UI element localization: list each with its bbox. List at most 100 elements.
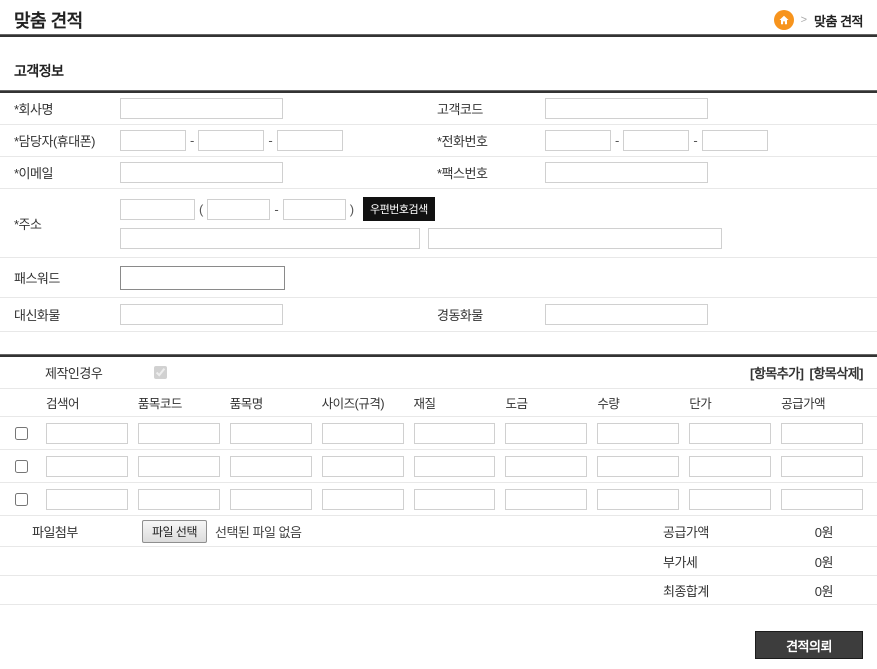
item-row bbox=[0, 450, 877, 483]
item-material-input[interactable] bbox=[414, 489, 496, 510]
item-item-code-input[interactable] bbox=[138, 489, 220, 510]
column-header-material: 재질 bbox=[414, 393, 496, 412]
form-row-password: 패스워드 bbox=[0, 258, 877, 298]
column-header-item-code: 품목코드 bbox=[138, 393, 220, 412]
item-keyword-input[interactable] bbox=[46, 423, 128, 444]
phone-label: *전화번호 bbox=[437, 131, 545, 150]
address-detail-input[interactable] bbox=[428, 228, 722, 249]
file-select-button[interactable]: 파일 선택 bbox=[142, 520, 207, 543]
item-plating-input[interactable] bbox=[505, 456, 587, 477]
phone-input-1[interactable] bbox=[545, 130, 611, 151]
item-row bbox=[0, 483, 877, 516]
item-material-input[interactable] bbox=[414, 423, 496, 444]
item-row-checkbox[interactable] bbox=[15, 460, 28, 473]
item-item-name-input[interactable] bbox=[230, 423, 312, 444]
vat-label: 부가세 bbox=[663, 552, 697, 571]
form-row-contact-phone: *담당자(휴대폰) -- *전화번호 -- bbox=[0, 125, 877, 157]
dash-separator: - bbox=[693, 133, 697, 148]
column-header-supply-price: 공급가액 bbox=[781, 393, 863, 412]
password-label: 패스워드 bbox=[14, 268, 120, 287]
contact-mobile-input-2[interactable] bbox=[198, 130, 264, 151]
vat-value: 0원 bbox=[815, 552, 833, 571]
home-icon[interactable] bbox=[774, 10, 794, 30]
column-header-item-name: 품목명 bbox=[230, 393, 312, 412]
zipcode-input-2[interactable] bbox=[283, 199, 346, 220]
item-keyword-input[interactable] bbox=[46, 456, 128, 477]
customer-form: *회사명 고객코드 *담당자(휴대폰) -- *전화번호 -- *이메일 *팩스… bbox=[0, 93, 877, 332]
remove-item-link[interactable]: [항목삭제] bbox=[810, 363, 864, 382]
zip-dash: - bbox=[274, 202, 278, 217]
address-extra-input[interactable] bbox=[120, 199, 195, 220]
breadcrumb: > 맞춤 견적 bbox=[774, 10, 863, 30]
daesin-cargo-input[interactable] bbox=[120, 304, 283, 325]
item-item-name-input[interactable] bbox=[230, 456, 312, 477]
item-quantity-input[interactable] bbox=[597, 423, 679, 444]
items-header-row: 검색어품목코드품목명사이즈(규격)재질도금수량단가공급가액 bbox=[0, 389, 877, 417]
phone-input-2[interactable] bbox=[623, 130, 689, 151]
email-label: *이메일 bbox=[14, 163, 120, 182]
add-item-link[interactable]: [항목추가] bbox=[750, 363, 804, 382]
kyungdong-cargo-input[interactable] bbox=[545, 304, 708, 325]
item-row-checkbox[interactable] bbox=[15, 493, 28, 506]
column-header-size: 사이즈(규격) bbox=[322, 393, 404, 412]
phone-input-3[interactable] bbox=[702, 130, 768, 151]
quote-request-button[interactable]: 견적의뢰 bbox=[755, 631, 863, 659]
password-input[interactable] bbox=[120, 266, 285, 290]
fax-label: *팩스번호 bbox=[437, 163, 545, 182]
dash-separator: - bbox=[615, 133, 619, 148]
contact-mobile-input-3[interactable] bbox=[277, 130, 343, 151]
item-plating-input[interactable] bbox=[505, 423, 587, 444]
custom-quote-page: 맞춤 견적 > 맞춤 견적 고객정보 *회사명 고객코드 *담당자(휴대폰) -… bbox=[0, 0, 877, 669]
item-keyword-input[interactable] bbox=[46, 489, 128, 510]
item-material-input[interactable] bbox=[414, 456, 496, 477]
breadcrumb-separator: > bbox=[801, 14, 807, 26]
item-size-input[interactable] bbox=[322, 489, 404, 510]
item-item-code-input[interactable] bbox=[138, 423, 220, 444]
item-size-input[interactable] bbox=[322, 456, 404, 477]
paren-open: ( bbox=[199, 202, 203, 217]
item-supply-price-input[interactable] bbox=[781, 489, 863, 510]
item-size-input[interactable] bbox=[322, 423, 404, 444]
file-status-text: 선택된 파일 없음 bbox=[215, 522, 301, 541]
form-row-email-fax: *이메일 *팩스번호 bbox=[0, 157, 877, 189]
column-header-plating: 도금 bbox=[505, 393, 587, 412]
daesin-cargo-label: 대신화물 bbox=[14, 305, 120, 324]
form-row-company-code: *회사명 고객코드 bbox=[0, 93, 877, 125]
breadcrumb-current: 맞춤 견적 bbox=[814, 11, 863, 30]
zipcode-search-button[interactable]: 우편번호검색 bbox=[363, 197, 435, 221]
item-supply-price-input[interactable] bbox=[781, 423, 863, 444]
production-checkbox[interactable] bbox=[154, 366, 167, 379]
kyungdong-cargo-label: 경동화물 bbox=[437, 305, 545, 324]
page-title: 맞춤 견적 bbox=[14, 7, 83, 33]
item-unit-price-input[interactable] bbox=[689, 456, 771, 477]
email-input[interactable] bbox=[120, 162, 283, 183]
customer-code-input[interactable] bbox=[545, 98, 708, 119]
contact-mobile-input-1[interactable] bbox=[120, 130, 186, 151]
address-main-input[interactable] bbox=[120, 228, 420, 249]
fax-input[interactable] bbox=[545, 162, 708, 183]
production-row: 제작인경우 [항목추가] [항목삭제] bbox=[0, 357, 877, 389]
column-header-unit-price: 단가 bbox=[689, 393, 771, 412]
item-item-name-input[interactable] bbox=[230, 489, 312, 510]
item-unit-price-input[interactable] bbox=[689, 489, 771, 510]
column-header-keyword: 검색어 bbox=[46, 393, 128, 412]
title-divider bbox=[0, 34, 877, 37]
grand-total-label: 최종합계 bbox=[663, 581, 709, 600]
item-quantity-input[interactable] bbox=[597, 456, 679, 477]
form-row-address: *주소 ( - ) 우편번호검색 bbox=[0, 189, 877, 258]
dash-separator: - bbox=[190, 133, 194, 148]
production-label: 제작인경우 bbox=[45, 363, 140, 382]
item-supply-price-input[interactable] bbox=[781, 456, 863, 477]
paren-close: ) bbox=[350, 202, 354, 217]
item-item-code-input[interactable] bbox=[138, 456, 220, 477]
item-plating-input[interactable] bbox=[505, 489, 587, 510]
item-row-checkbox[interactable] bbox=[15, 427, 28, 440]
zipcode-input-1[interactable] bbox=[207, 199, 270, 220]
page-header: 맞춤 견적 > 맞춤 견적 bbox=[0, 0, 877, 32]
dash-separator: - bbox=[268, 133, 272, 148]
company-input[interactable] bbox=[120, 98, 283, 119]
item-quantity-input[interactable] bbox=[597, 489, 679, 510]
grand-total-row: 최종합계 0원 bbox=[0, 576, 877, 605]
item-unit-price-input[interactable] bbox=[689, 423, 771, 444]
customer-code-label: 고객코드 bbox=[437, 99, 545, 118]
